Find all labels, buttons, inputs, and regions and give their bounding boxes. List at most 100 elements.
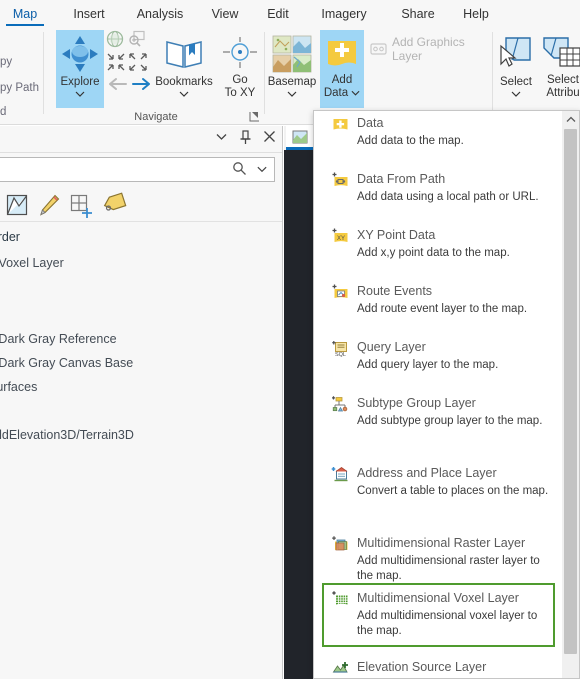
contents-item-dark-gray-canvas-base[interactable]: d Dark Gray Canvas Base <box>0 356 133 370</box>
menu-item-data-desc: Add data to the map. <box>357 135 464 147</box>
zoom-to-layer-icon[interactable] <box>128 30 146 48</box>
contents-item-dark-gray-reference[interactable]: d Dark Gray Reference <box>0 332 117 346</box>
go-to-xy-label-line2: To XY <box>224 87 256 99</box>
basemap-label: Basemap <box>267 76 317 88</box>
label-tag-icon[interactable] <box>102 192 127 216</box>
copy-label-clipped[interactable]: py <box>0 56 12 68</box>
select-button[interactable]: Select <box>494 30 538 108</box>
fixed-zoom-in-icon[interactable] <box>106 52 126 72</box>
add-data-from-path-icon <box>332 172 349 189</box>
tab-insert[interactable]: Insert <box>66 7 112 26</box>
pan-arrows-icon <box>59 34 101 76</box>
contents-search-box[interactable] <box>0 157 275 182</box>
add-subtype-group-layer-icon <box>332 396 349 413</box>
chevron-down-icon[interactable] <box>215 130 229 146</box>
add-address-place-layer-icon <box>331 466 349 483</box>
menu-item-query-layer-desc: Add query layer to the map. <box>357 359 499 371</box>
menu-scrollbar-thumb[interactable] <box>564 129 577 654</box>
menu-item-data-title: Data <box>357 116 384 130</box>
map-view-tab[interactable] <box>286 126 314 150</box>
search-icon[interactable] <box>232 161 247 176</box>
contents-header-drawing-order: Order <box>0 230 20 244</box>
svg-text:SQL: SQL <box>335 352 346 358</box>
menu-item-route-events[interactable]: Route Events Add route event layer to th… <box>322 283 555 317</box>
menu-item-elevation-source-layer[interactable]: Elevation Source Layer <box>322 659 555 677</box>
tab-imagery[interactable]: Imagery <box>316 7 372 26</box>
fixed-zoom-out-icon[interactable] <box>128 52 148 72</box>
navigate-group: Explore Bookmarks Go To XY Navigate <box>48 26 264 124</box>
basemap-chevron-down-icon[interactable] <box>266 91 318 97</box>
select-by-attributes-button[interactable]: Select Attribu <box>540 30 580 108</box>
add-data-icon <box>325 36 359 70</box>
select-pointer-icon <box>498 36 534 70</box>
add-new-group-icon[interactable] <box>70 194 94 218</box>
add-graphics-layer-button[interactable]: Add Graphics Layer <box>370 35 491 63</box>
tab-map[interactable]: Map <box>6 7 44 26</box>
menu-item-multidimensional-voxel-layer[interactable]: Multidimensional Voxel Layer Add multidi… <box>322 583 555 647</box>
tab-share-label: Share <box>401 7 435 21</box>
add-route-events-icon <box>332 284 349 301</box>
contents-item-surfaces[interactable]: Surfaces <box>0 380 37 394</box>
menu-item-data-from-path-desc: Add data using a local path or URL. <box>357 191 539 203</box>
go-to-xy-button[interactable]: Go To XY <box>216 30 264 108</box>
copy-path-label-clipped[interactable]: py Path <box>0 82 39 94</box>
contents-item-terrain3d[interactable]: orldElevation3D/Terrain3D <box>0 428 134 442</box>
list-by-drawing-order-icon[interactable] <box>6 194 28 216</box>
menu-item-subtype-group-layer[interactable]: Subtype Group Layer Add subtype group la… <box>322 395 555 429</box>
tab-help[interactable]: Help <box>458 7 494 26</box>
menu-item-data-from-path-title: Data From Path <box>357 172 446 186</box>
menu-item-address-and-place-layer[interactable]: Address and Place Layer Convert a table … <box>322 465 555 499</box>
navigate-group-label: Navigate <box>134 111 178 123</box>
group-divider-3 <box>492 32 493 114</box>
menu-item-data[interactable]: Data Add data to the map. <box>322 115 555 149</box>
select-label: Select <box>500 76 532 88</box>
bookmarks-button[interactable]: Bookmarks <box>154 30 214 108</box>
close-icon[interactable] <box>263 130 277 146</box>
select-chevron-down-icon[interactable] <box>494 91 538 97</box>
menu-item-data-from-path[interactable]: Data From Path Add data using a local pa… <box>322 171 555 205</box>
menu-item-xy-point-data-desc: Add x,y point data to the map. <box>357 247 510 259</box>
menu-item-xy-point-data-title: XY Point Data <box>357 228 436 242</box>
navigate-dialog-launcher-icon[interactable] <box>249 111 260 122</box>
group-divider-2 <box>264 32 265 114</box>
menu-item-subtype-group-layer-title: Subtype Group Layer <box>357 396 476 410</box>
select-attr-label-line1: Select <box>547 74 579 86</box>
tab-analysis[interactable]: Analysis <box>130 7 190 26</box>
bookmarks-book-icon <box>164 36 204 70</box>
add-query-layer-icon: SQL <box>332 340 349 358</box>
edit-pencil-icon[interactable] <box>38 194 60 216</box>
full-extent-globe-icon[interactable] <box>106 30 124 48</box>
next-extent-arrow-icon[interactable] <box>131 76 153 92</box>
menu-item-multidimensional-voxel-layer-desc: Add multidimensional voxel layer to the … <box>357 610 538 637</box>
explore-button[interactable]: Explore <box>56 30 104 108</box>
menu-item-xy-point-data[interactable]: XY XY Point Data Add x,y point data to t… <box>322 227 555 261</box>
search-options-chevron-down-icon[interactable] <box>256 163 268 175</box>
menu-item-query-layer[interactable]: SQL Query Layer Add query layer to the m… <box>322 339 555 373</box>
add-data-button[interactable]: Add Data <box>320 30 364 108</box>
basemap-button[interactable]: Basemap <box>266 30 318 108</box>
pin-icon[interactable] <box>239 130 253 146</box>
contents-item-voxel-layer[interactable]: h Voxel Layer <box>0 256 64 270</box>
tab-imagery-label: Imagery <box>321 7 367 21</box>
add-data-chevron-down-icon[interactable] <box>351 90 360 96</box>
bookmarks-chevron-down-icon[interactable] <box>154 91 214 97</box>
contents-pane-toolbar <box>0 188 282 222</box>
group-divider-1 <box>43 32 44 114</box>
add-multidimensional-voxel-layer-icon <box>332 591 349 608</box>
menu-item-multidimensional-raster-layer-title: Multidimensional Raster Layer <box>357 536 526 550</box>
menu-item-multidimensional-raster-layer[interactable]: Multidimensional Raster Layer Add multid… <box>322 535 555 584</box>
contents-pane-titlebar <box>0 126 282 153</box>
tab-view-label: View <box>211 7 239 21</box>
paste-label-clipped[interactable]: d <box>0 106 6 118</box>
tab-edit[interactable]: Edit <box>262 7 294 26</box>
previous-extent-arrow-icon[interactable] <box>106 76 128 92</box>
tab-view[interactable]: View <box>206 7 244 26</box>
tab-help-label: Help <box>463 7 489 21</box>
tab-share[interactable]: Share <box>396 7 440 26</box>
menu-item-address-and-place-layer-title: Address and Place Layer <box>357 466 497 480</box>
menu-scroll-up-chevron-up-icon[interactable] <box>562 111 579 127</box>
menu-scrollbar-track[interactable] <box>562 111 579 678</box>
explore-chevron-down-icon[interactable] <box>56 91 104 97</box>
menu-item-multidimensional-voxel-layer-title: Multidimensional Voxel Layer <box>357 591 519 605</box>
explore-label: Explore <box>60 76 100 88</box>
